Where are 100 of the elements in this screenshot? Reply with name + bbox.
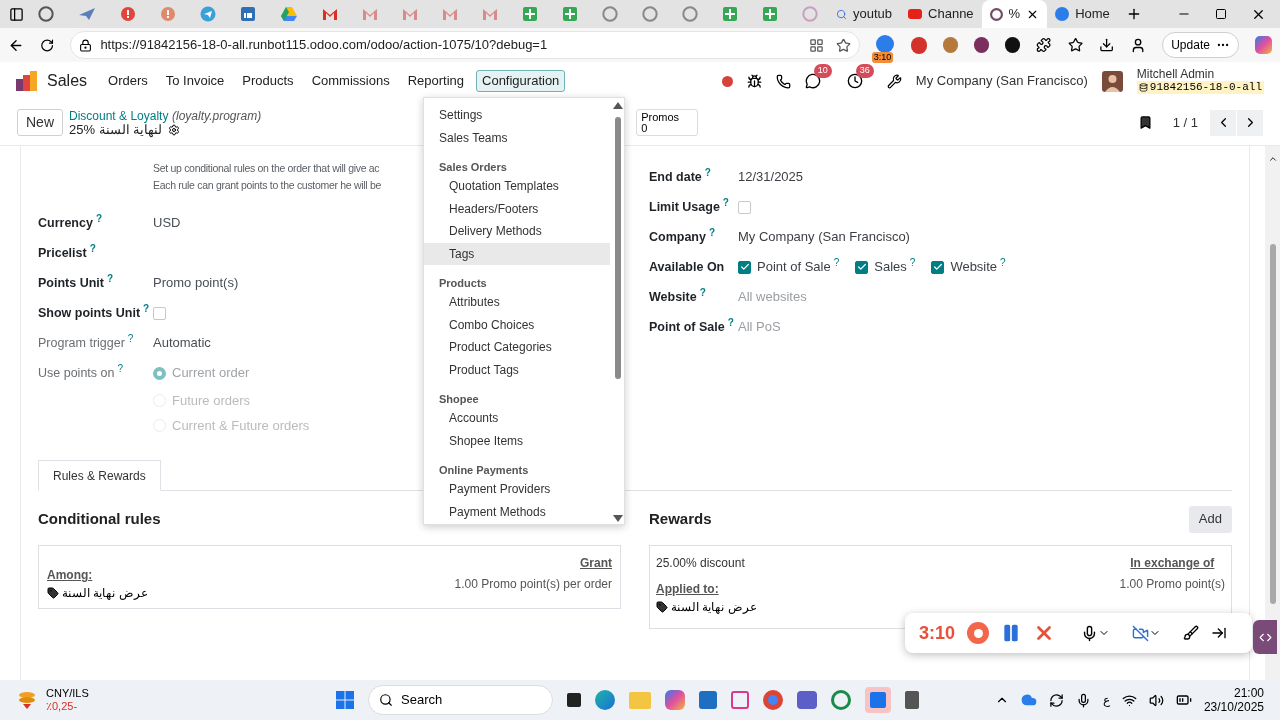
browser-tab[interactable]: youtub (828, 0, 901, 28)
microphone-icon[interactable] (1075, 692, 1091, 708)
menu-item[interactable]: Reporting (401, 70, 470, 92)
dropdown-item[interactable]: Combo Choices (424, 313, 610, 336)
dropdown-item[interactable]: Delivery Methods (424, 220, 610, 243)
new-button[interactable]: New (17, 109, 63, 136)
dropdown-item[interactable]: Attributes (424, 291, 610, 314)
camera-off-icon[interactable] (1132, 624, 1150, 642)
paper-plane-icon[interactable] (200, 6, 216, 22)
checkbox[interactable] (153, 306, 166, 320)
battery-icon[interactable] (1175, 692, 1192, 708)
next-button[interactable] (1237, 109, 1263, 136)
menu-item[interactable]: Commissions (305, 70, 396, 92)
checkbox[interactable] (738, 260, 751, 274)
text-input[interactable]: All websites (738, 287, 958, 307)
start-icon[interactable] (336, 691, 354, 709)
menu-item[interactable]: Configuration (476, 70, 566, 92)
chrome-icon[interactable] (763, 690, 783, 710)
plane-icon[interactable] (78, 6, 96, 22)
browser-tab[interactable]: Home (1047, 0, 1118, 28)
plus-square-icon[interactable] (562, 6, 578, 22)
dropdown-item[interactable]: Payment Methods (424, 500, 610, 523)
plus-square-icon[interactable] (722, 6, 738, 22)
field-value: Promo point(s) (153, 274, 239, 293)
app-name[interactable]: Sales (47, 69, 88, 93)
phone-icon[interactable] (775, 73, 791, 89)
dropdown-scrollbar[interactable] (613, 102, 622, 522)
ring-icon[interactable] (682, 6, 698, 22)
ring-icon[interactable] (602, 6, 618, 22)
bookmark-icon[interactable] (1137, 115, 1153, 130)
app-logo-icon[interactable] (16, 71, 38, 91)
download-icon[interactable] (1098, 37, 1115, 53)
clock-date[interactable]: 23/10/2025 (1203, 700, 1264, 714)
sync-icon[interactable] (1048, 692, 1064, 708)
ring-icon[interactable] (642, 6, 658, 22)
outlook-icon[interactable] (865, 687, 891, 713)
task-view-icon[interactable] (567, 693, 581, 707)
favorites-icon[interactable] (1067, 37, 1083, 53)
brush-icon[interactable] (1183, 625, 1200, 641)
triangle-icon[interactable] (280, 6, 298, 22)
code-tab[interactable] (1253, 620, 1277, 654)
checkbox[interactable] (738, 200, 751, 214)
cloud-icon[interactable] (1020, 692, 1037, 708)
extensions-icon[interactable] (1036, 37, 1052, 53)
dropdown-item[interactable]: Quotation Templates (424, 175, 610, 198)
breadcrumb-link[interactable]: Discount & Loyalty (69, 108, 169, 123)
applied-label: Applied to: (656, 581, 720, 598)
avatar-icon[interactable] (1101, 70, 1123, 92)
menu-section-heading: Online Payments (438, 462, 530, 478)
add-button[interactable]: Add (1188, 505, 1232, 533)
scrollbar[interactable] (1265, 146, 1280, 680)
plus-square-icon[interactable] (522, 6, 538, 22)
database-name: 91842156-18-0-all (1136, 81, 1264, 94)
checkbox[interactable] (855, 260, 869, 274)
notebook-tab[interactable]: Rules & Rewards (38, 460, 161, 491)
wifi-icon[interactable] (1121, 692, 1137, 708)
reload-icon[interactable] (40, 37, 55, 53)
dropdown-item[interactable]: Payment Providers (424, 478, 610, 501)
checkbox[interactable] (931, 260, 945, 274)
sidebar-icon[interactable] (9, 6, 24, 22)
dropdown-item[interactable]: Product Categories (424, 336, 610, 359)
menu-item[interactable]: To Invoice (159, 70, 231, 92)
clock-icon[interactable] (846, 73, 863, 89)
update-button[interactable]: Update (1162, 32, 1239, 58)
dropdown-item[interactable]: Headers/Footers (424, 197, 610, 220)
volume-icon[interactable] (1148, 692, 1164, 708)
extension-icon[interactable] (875, 35, 894, 53)
bug-icon[interactable] (746, 73, 762, 89)
square-icon[interactable] (240, 6, 256, 22)
user-name[interactable]: Mitchell Admin (1136, 68, 1264, 81)
coin-stack-icon[interactable] (16, 690, 38, 710)
copilot-icon[interactable] (665, 690, 685, 710)
address-bar[interactable]: https://91842156-18-0-all.runbot115.odoo.com/odoo/action-1075/10?debug=1 (70, 31, 860, 59)
scroll-up-icon[interactable] (1267, 154, 1278, 164)
taskbar-search[interactable]: Search (368, 685, 553, 715)
company-switcher[interactable]: My Company (San Francisco) (915, 71, 1088, 91)
maximize-icon[interactable] (1215, 8, 1227, 20)
dropdown-item[interactable]: Tags (424, 242, 610, 265)
browser-tab[interactable]: Channe (900, 0, 982, 28)
dropdown-item[interactable]: Shopee Items (424, 429, 610, 452)
browser-tab[interactable]: % (981, 0, 1048, 28)
copilot-icon[interactable] (1254, 36, 1272, 54)
plus-square-icon[interactable] (762, 6, 778, 22)
dropdown-item[interactable]: Settings (424, 104, 610, 127)
collapse-icon[interactable] (1211, 625, 1228, 641)
text-input[interactable]: All PoS (738, 317, 958, 337)
gear-icon[interactable] (168, 123, 181, 136)
clock-time[interactable]: 21:00 (1233, 686, 1264, 700)
record-icon[interactable] (967, 622, 990, 644)
language-indicator[interactable]: ع (1102, 691, 1110, 709)
chat-icon[interactable] (804, 73, 821, 89)
tools-icon[interactable] (886, 73, 902, 89)
previous-button[interactable] (1210, 109, 1236, 136)
dropdown-item[interactable]: Product Tags (424, 358, 610, 381)
promos-stat-button[interactable]: Promos 0 (636, 109, 699, 136)
dropdown-item[interactable]: Accounts (424, 407, 610, 430)
menu-item[interactable]: Products (236, 70, 300, 92)
menu-item[interactable]: Orders (102, 70, 154, 92)
dropdown-item[interactable]: Sales Teams (424, 126, 610, 149)
ring-icon[interactable] (38, 6, 54, 22)
